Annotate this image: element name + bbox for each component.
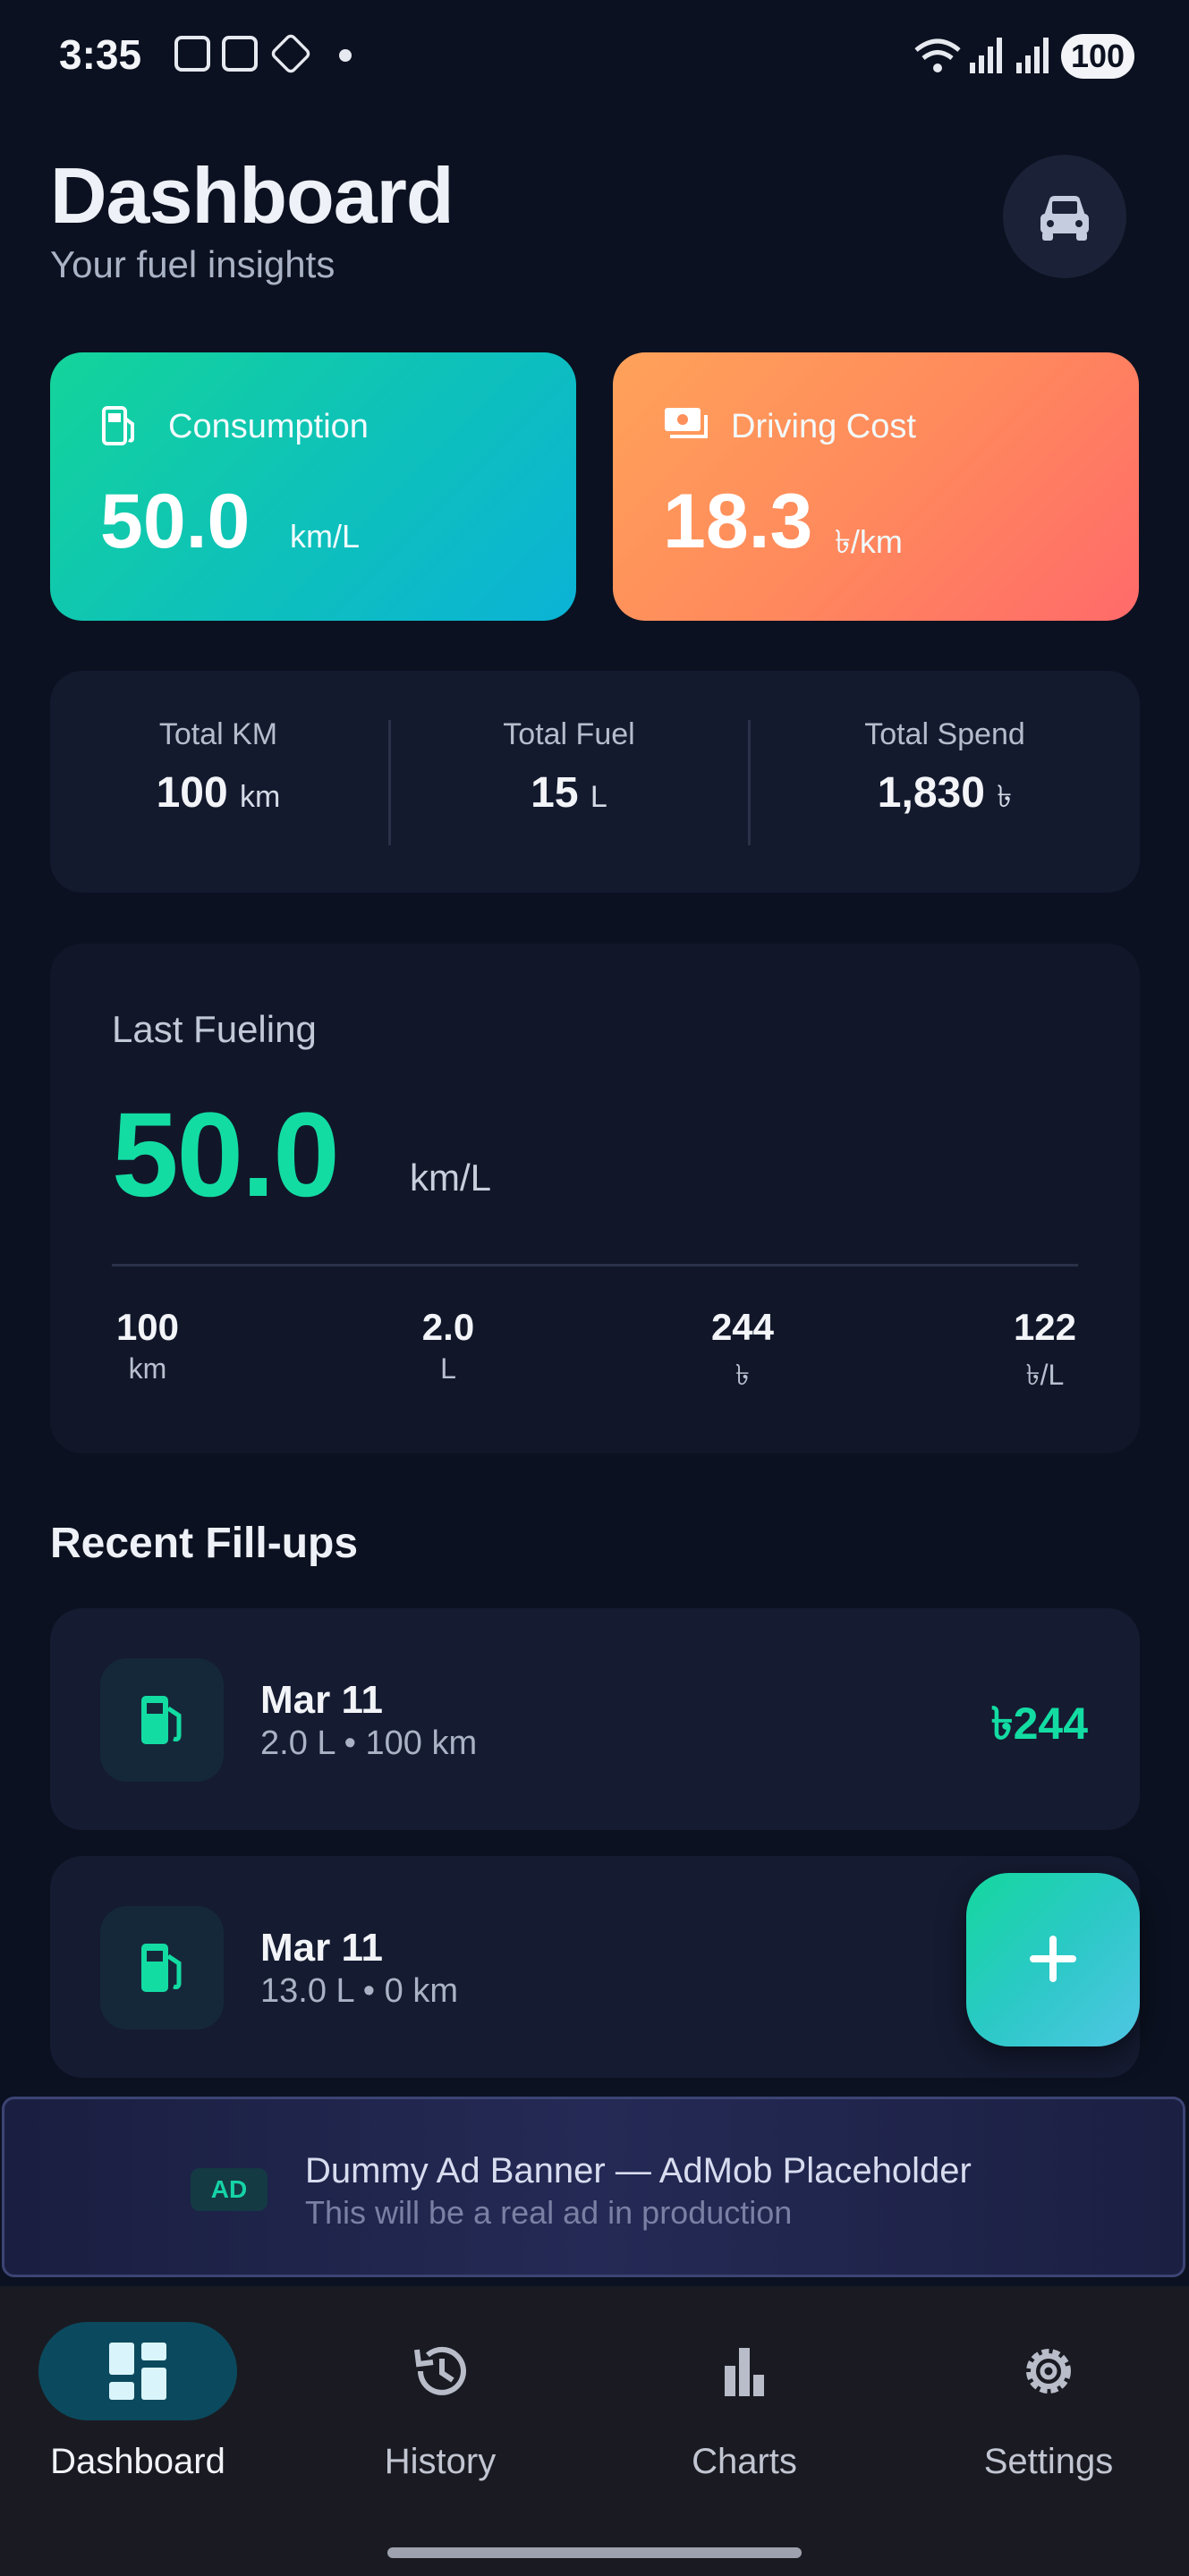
- total-fuel-value: 15: [531, 769, 579, 817]
- wifi-icon: [914, 38, 961, 72]
- driving-cost-unit: ৳/km: [835, 523, 903, 560]
- total-km: Total KM 100 km: [84, 717, 352, 818]
- total-fuel-unit: L: [590, 780, 607, 814]
- history-icon: [414, 2346, 466, 2395]
- money-icon: [665, 408, 708, 438]
- fuel-pump-icon: [100, 1906, 224, 2029]
- fillup-details: 2.0 L • 100 km: [260, 1724, 478, 1762]
- nav-label: Dashboard: [50, 2442, 225, 2481]
- gear-icon: [1026, 2349, 1071, 2394]
- nav-charts[interactable]: Charts: [610, 2322, 879, 2482]
- consumption-value: 50.0: [100, 479, 251, 564]
- stat-value: 122: [1013, 1306, 1077, 1348]
- last-fueling-unit: km/L: [410, 1157, 492, 1199]
- total-spend-value: 1,830: [877, 769, 985, 817]
- last-fueling-cost: 244 ৳: [698, 1306, 787, 1401]
- vehicle-button[interactable]: [1003, 155, 1126, 278]
- consumption-unit: km/L: [290, 518, 361, 555]
- divider: [112, 1264, 1078, 1267]
- page-title: Dashboard: [50, 151, 454, 240]
- bottom-navigation: Dashboard History Charts Settings: [0, 2286, 1189, 2576]
- fillup-price: ৳244: [990, 1699, 1088, 1749]
- last-fueling-distance: 100 km: [112, 1306, 183, 1385]
- stat-value: 100: [115, 1306, 180, 1348]
- last-fueling-price-per-liter: 122 ৳/L: [1005, 1306, 1085, 1401]
- last-fueling-liters: 2.0 L: [403, 1306, 493, 1385]
- ad-subtitle: This will be a real ad in production: [305, 2194, 793, 2231]
- stat-unit: ৳: [735, 1359, 750, 1391]
- bar-chart-icon: [725, 2348, 764, 2396]
- app-notification-icon: [268, 31, 313, 76]
- fuel-pump-icon: [102, 406, 134, 445]
- page-subtitle: Your fuel insights: [50, 243, 335, 285]
- add-fillup-button[interactable]: [966, 1873, 1140, 2046]
- driving-cost-card[interactable]: Driving Cost 18.3 ৳/km: [613, 352, 1139, 621]
- ad-badge: AD: [191, 2168, 268, 2211]
- total-spend-unit: ৳: [997, 780, 1013, 814]
- status-time: 3:35: [59, 31, 142, 78]
- nav-settings[interactable]: Settings: [914, 2322, 1183, 2482]
- totals-summary: Total KM 100 km Total Fuel 15 L Total Sp…: [50, 671, 1140, 893]
- nav-label: History: [384, 2442, 497, 2481]
- stat-unit: ৳/L: [1025, 1359, 1065, 1391]
- stat-unit: km: [128, 1352, 167, 1385]
- stat-value: 244: [710, 1306, 775, 1348]
- last-fueling-card[interactable]: Last Fueling 50.0 km/L 100 km 2.0 L 244 …: [50, 944, 1140, 1453]
- nav-history[interactable]: History: [306, 2322, 574, 2482]
- list-item[interactable]: Mar 11 2.0 L • 100 km ৳244: [50, 1608, 1140, 1830]
- nav-label: Settings: [983, 2442, 1114, 2481]
- total-km-label: Total KM: [158, 717, 278, 751]
- divider: [748, 720, 751, 845]
- notification-icon: [174, 36, 210, 72]
- total-spend-label: Total Spend: [864, 717, 1025, 751]
- ad-banner[interactable]: AD Dummy Ad Banner — AdMob Placeholder T…: [2, 2097, 1185, 2277]
- dashboard-icon: [109, 2343, 166, 2400]
- status-bar: 3:35 100: [0, 0, 1189, 112]
- battery-indicator: 100: [1061, 34, 1134, 79]
- stat-value: 2.0: [421, 1306, 475, 1348]
- total-spend: Total Spend 1,830 ৳: [811, 717, 1079, 825]
- total-km-value: 100: [156, 769, 228, 817]
- signal-icon-1: [970, 38, 1002, 73]
- nav-dashboard[interactable]: Dashboard: [4, 2322, 272, 2482]
- fuel-pump-icon: [100, 1658, 224, 1782]
- last-fueling-value: 50.0: [112, 1089, 340, 1222]
- consumption-label: Consumption: [168, 408, 369, 445]
- nav-label: Charts: [692, 2442, 797, 2481]
- fillup-date: Mar 11: [260, 1926, 383, 1970]
- driving-cost-value: 18.3: [663, 479, 813, 564]
- fillup-date: Mar 11: [260, 1678, 383, 1722]
- divider: [388, 720, 391, 845]
- screenshot-icon: [222, 36, 258, 72]
- total-km-unit: km: [240, 780, 281, 814]
- ad-title: Dummy Ad Banner — AdMob Placeholder: [305, 2151, 972, 2190]
- fillup-details: 13.0 L • 0 km: [260, 1972, 459, 2010]
- driving-cost-label: Driving Cost: [731, 408, 916, 445]
- total-fuel-label: Total Fuel: [503, 717, 635, 751]
- signal-icon-2: [1016, 38, 1049, 73]
- last-fueling-heading: Last Fueling: [112, 1008, 317, 1050]
- home-indicator[interactable]: [387, 2547, 802, 2558]
- car-icon: [1040, 196, 1089, 241]
- stat-unit: L: [440, 1352, 456, 1385]
- consumption-card[interactable]: Consumption 50.0 km/L: [50, 352, 576, 621]
- recent-fillups-title: Recent Fill-ups: [50, 1520, 359, 1567]
- notification-dot-icon: [339, 49, 352, 62]
- total-fuel: Total Fuel 15 L: [435, 717, 703, 818]
